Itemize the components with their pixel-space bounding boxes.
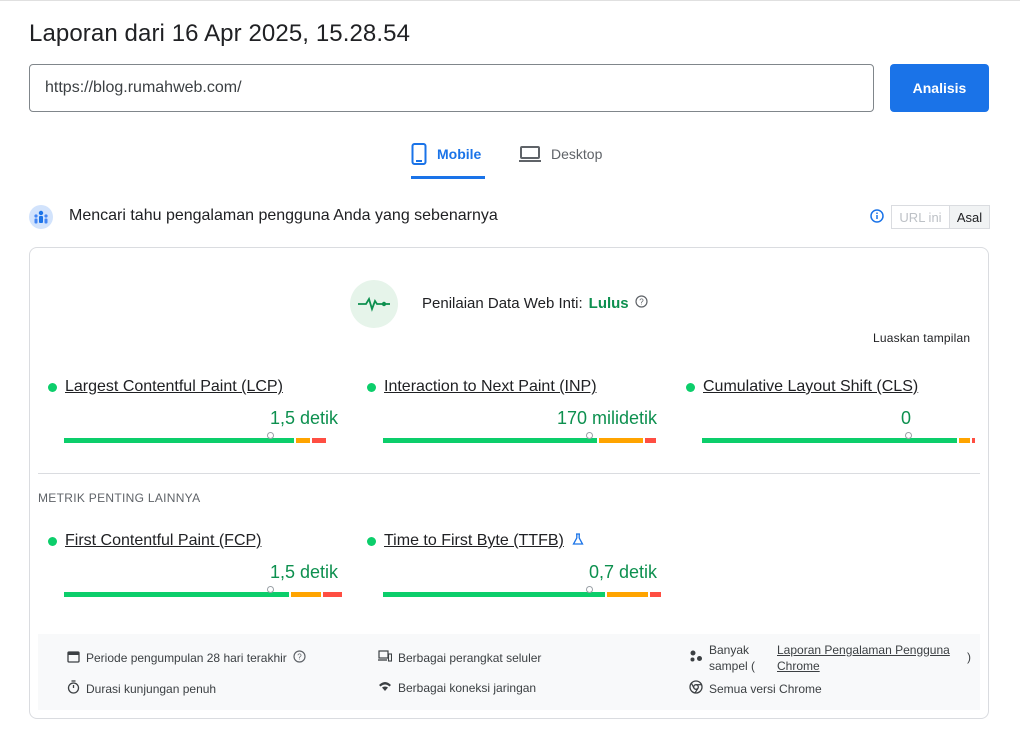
metric-value: 1,5 detik [269,408,338,428]
distribution-bar [383,438,661,443]
p75-marker [586,432,593,439]
metric-lcp: Largest Contentful Paint (LCP) 1,5 detik [48,378,338,443]
url-input[interactable] [29,64,874,112]
report-title: Laporan dari 16 Apr 2025, 15.28.54 [29,20,411,47]
footer-devices: Berbagai perangkat seluler [378,650,541,665]
metric-name[interactable]: Largest Contentful Paint (LCP) [65,378,283,396]
phone-icon [411,142,427,165]
good-segment [64,438,294,443]
status-dot [48,382,57,392]
p75-marker [586,586,593,593]
section-title: Mencari tahu pengalaman pengguna Anda ya… [69,207,498,224]
poor-segment [972,438,975,443]
status-dot [686,382,695,392]
svg-text:?: ? [639,298,644,307]
tab-mobile[interactable]: Mobile [411,140,485,179]
analyze-button[interactable]: Analisis [890,64,989,112]
poor-segment [312,438,326,443]
footer-samples-suffix: ) [967,650,971,664]
distribution-bar [383,592,661,597]
info-icon[interactable] [870,209,884,228]
needs-improvement-segment [296,438,310,443]
distribution-bar [702,438,980,443]
metric-ttfb: Time to First Byte (TTFB) 0,7 detik [367,532,661,597]
calendar-icon [67,650,80,666]
metric-value: 0 [900,408,911,428]
other-metrics-title: METRIK PENTING LAINNYA [38,491,201,505]
metric-value: 0,7 detik [588,562,657,582]
footer-samples-prefix: Banyak sampel ( [709,643,756,673]
footer-period: Periode pengumpulan 28 hari terakhir ? [67,650,306,666]
top-divider [0,0,1020,1]
footer-period-text: Periode pengumpulan 28 hari terakhir [86,651,287,665]
svg-text:?: ? [297,653,302,662]
footer-chrome: Semua versi Chrome [689,680,822,697]
footer-devices-text: Berbagai perangkat seluler [398,650,542,665]
footer-duration-text: Durasi kunjungan penuh [86,681,217,696]
tab-mobile-label: Mobile [437,145,482,162]
status-dot [367,536,376,546]
metric-value: 1,5 detik [269,562,338,582]
metric-fcp: First Contentful Paint (FCP) 1,5 detik [48,532,342,597]
good-segment [383,438,597,443]
toggle-url[interactable]: URL ini [892,206,949,228]
chrome-icon [689,680,703,697]
cwv-assessment: Penilaian Data Web Inti: Lulus ? [422,295,648,312]
assessment-status: Lulus [588,295,629,312]
tab-desktop-label: Desktop [551,146,603,162]
good-segment [702,438,957,443]
devices-icon [378,650,393,665]
heartbeat-icon [350,280,398,328]
wifi-icon [378,680,392,695]
laptop-icon [519,146,541,162]
samples-icon [689,649,703,666]
status-dot [367,382,376,392]
footer-duration: Durasi kunjungan penuh [67,680,216,697]
p75-marker [267,432,274,439]
metric-cls: Cumulative Layout Shift (CLS) 0 [686,378,976,443]
section-divider [38,473,980,474]
metric-name[interactable]: Time to First Byte (TTFB) [384,532,564,550]
footer-network-text: Berbagai koneksi jaringan [398,680,537,695]
tab-desktop[interactable]: Desktop [519,140,602,180]
metric-name[interactable]: Cumulative Layout Shift (CLS) [703,378,918,396]
distribution-bar [64,592,342,597]
expand-view-link[interactable]: Luaskan tampilan [873,331,970,345]
toggle-origin[interactable]: Asal [949,206,989,228]
distribution-bar [64,438,342,443]
assessment-label: Penilaian Data Web Inti: [422,295,583,312]
help-icon[interactable]: ? [635,295,648,312]
url-origin-toggle: URL ini Asal [891,205,990,229]
footer-chrome-text: Semua versi Chrome [709,681,822,696]
flask-icon [572,532,584,550]
metric-inp: Interaction to Next Paint (INP) 170 mili… [367,378,657,443]
footer-network: Berbagai koneksi jaringan [378,680,536,695]
poor-segment [650,592,661,597]
status-dot [48,536,57,546]
crux-report-link[interactable]: Laporan Pengalaman Pengguna Chrome [777,642,961,674]
metric-name[interactable]: Interaction to Next Paint (INP) [384,378,597,396]
footer-samples: Banyak sampel ( Laporan Pengalaman Pengg… [689,642,971,674]
metric-value: 170 milidetik [556,408,657,428]
poor-segment [323,592,342,597]
help-icon[interactable]: ? [293,650,306,666]
metric-name[interactable]: First Contentful Paint (FCP) [65,532,262,550]
p75-marker [267,586,274,593]
stopwatch-icon [67,680,80,697]
users-icon [29,205,53,229]
poor-segment [645,438,656,443]
good-segment [383,592,605,597]
needs-improvement-segment [291,592,321,597]
needs-improvement-segment [599,438,643,443]
p75-marker [905,432,912,439]
needs-improvement-segment [959,438,970,443]
needs-improvement-segment [607,592,648,597]
good-segment [64,592,289,597]
